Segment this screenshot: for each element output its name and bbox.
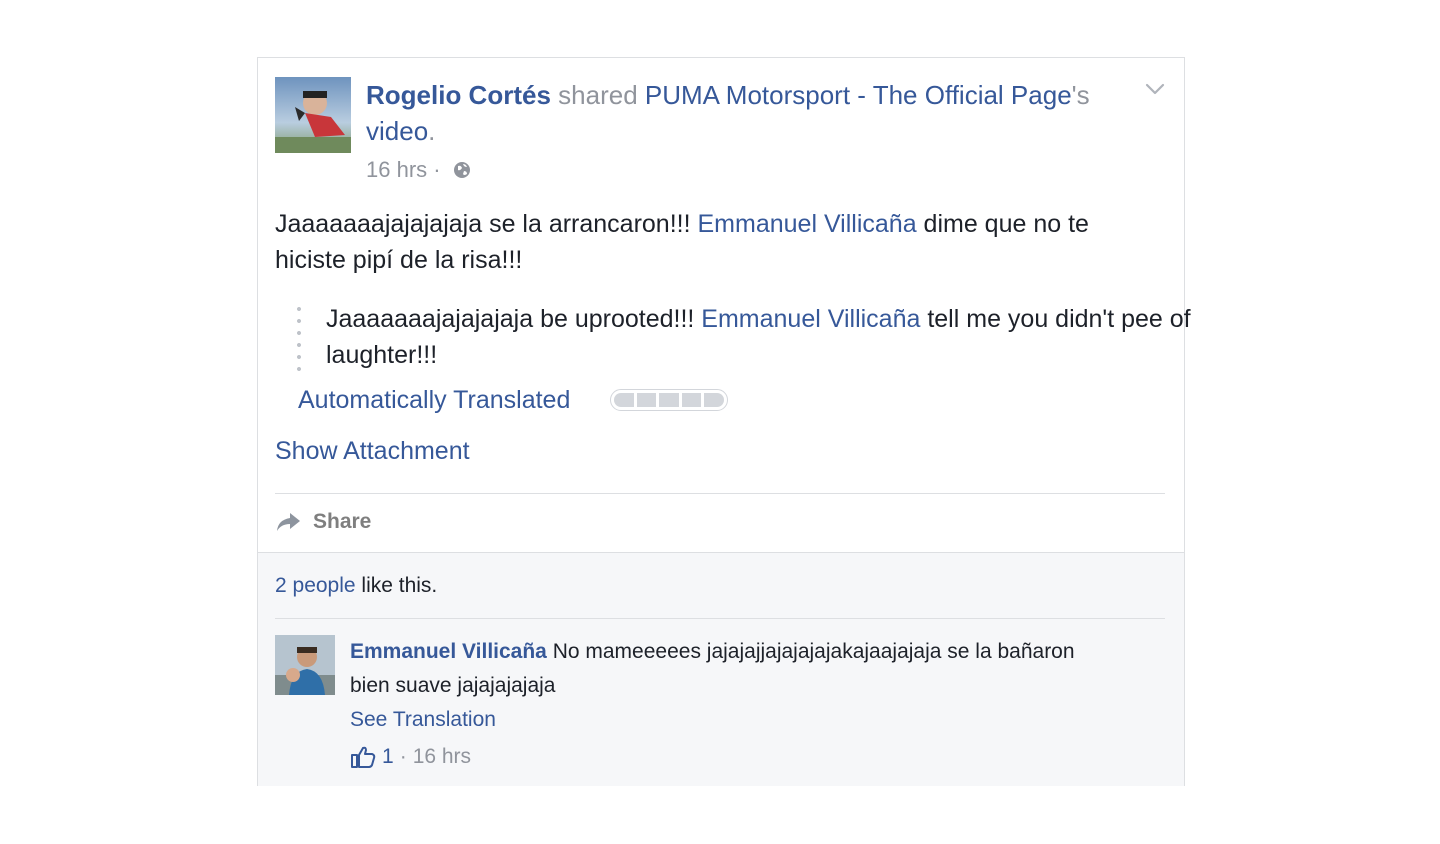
post-timestamp[interactable]: 16 hrs	[366, 157, 427, 182]
likes-summary: 2 people like this.	[275, 571, 437, 601]
commenter-name-link[interactable]: Emmanuel Villicaña	[350, 640, 547, 663]
rating-segment-5[interactable]	[704, 393, 724, 407]
divider	[275, 493, 1165, 494]
chevron-down-icon[interactable]	[1145, 82, 1165, 96]
translation-block: Jaaaaaaajajajajaja be uprooted!!! Emmanu…	[296, 301, 1206, 373]
rating-segment-2[interactable]	[636, 393, 657, 407]
period-text: .	[428, 116, 436, 146]
share-button[interactable]: Share	[275, 507, 371, 537]
comment-meta: 1 · 16 hrs	[350, 742, 471, 772]
see-translation-link[interactable]: See Translation	[350, 705, 496, 735]
post-header: Rogelio Cortés shared PUMA Motorsport - …	[366, 77, 1116, 149]
translation-mention-link[interactable]: Emmanuel Villicaña	[701, 305, 920, 333]
comment-body: Emmanuel Villicaña No mameeeees jajajajj…	[350, 635, 1110, 703]
action-text: shared	[558, 80, 638, 110]
comment-like-count[interactable]: 1	[382, 742, 394, 772]
shared-object-link[interactable]: video	[366, 116, 428, 146]
share-arrow-icon	[277, 513, 300, 531]
share-label: Share	[313, 510, 372, 533]
post-text-part1: Jaaaaaaajajajajaja se la arrancaron!!!	[275, 210, 698, 238]
translation-rating[interactable]	[610, 389, 728, 411]
quote-dots	[296, 303, 302, 373]
rating-segment-3[interactable]	[659, 393, 679, 407]
divider	[275, 618, 1165, 619]
possessive-text: 's	[1071, 80, 1090, 110]
globe-icon	[453, 162, 470, 178]
likes-count-link[interactable]: 2 people	[275, 574, 356, 597]
comment-meta-separator: ·	[399, 745, 407, 768]
thumbs-up-icon[interactable]	[350, 745, 376, 769]
meta-separator: ·	[433, 157, 441, 182]
likes-suffix: like this.	[355, 574, 438, 597]
post-card: Rogelio Cortés shared PUMA Motorsport - …	[257, 57, 1191, 786]
comment-timestamp[interactable]: 16 hrs	[413, 742, 471, 772]
commenter-avatar[interactable]	[275, 635, 335, 695]
rating-segment-4[interactable]	[681, 393, 702, 407]
post-meta: 16 hrs ·	[366, 155, 471, 185]
author-name-link[interactable]: Rogelio Cortés	[366, 80, 551, 110]
auto-translated-link[interactable]: Automatically Translated	[298, 382, 570, 418]
show-attachment-link[interactable]: Show Attachment	[275, 433, 470, 469]
translation-text-part1: Jaaaaaaajajajajaja be uprooted!!!	[326, 305, 702, 333]
mention-link[interactable]: Emmanuel Villicaña	[698, 210, 917, 238]
post-body: Jaaaaaaajajajajaja se la arrancaron!!! E…	[275, 206, 1165, 278]
author-avatar[interactable]	[275, 77, 351, 153]
shared-page-link[interactable]: PUMA Motorsport - The Official Page	[645, 80, 1072, 110]
comments-section: 2 people like this. Emmanuel Villicaña N…	[258, 552, 1184, 786]
rating-segment-1[interactable]	[614, 393, 634, 407]
